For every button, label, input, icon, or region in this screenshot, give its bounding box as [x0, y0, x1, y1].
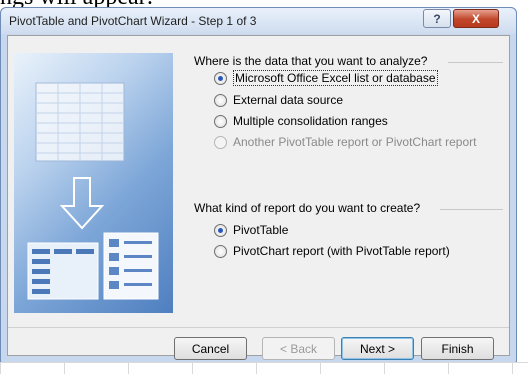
radio-multiple-consolidation[interactable] [214, 114, 227, 128]
option-excel-list[interactable]: Microsoft Office Excel list or database [214, 70, 438, 86]
radio-external-data[interactable] [214, 93, 227, 107]
radio-pivotchart[interactable] [214, 244, 227, 258]
footer-separator [8, 327, 509, 328]
option-multiple-consolidation-label: Multiple consolidation ranges [233, 114, 388, 128]
finish-button[interactable]: Finish [421, 337, 494, 360]
pivot-wizard-dialog: PivotTable and PivotChart Wizard - Step … [0, 7, 517, 363]
spreadsheet-to-pivot-icon [27, 82, 159, 300]
spreadsheet-grid [0, 362, 528, 374]
option-pivotchart-label: PivotChart report (with PivotTable repor… [233, 244, 450, 258]
data-source-prompt: Where is the data that you want to analy… [194, 54, 428, 68]
option-external-data[interactable]: External data source [214, 92, 343, 108]
dialog-title: PivotTable and PivotChart Wizard - Step … [9, 14, 257, 28]
dialog-client-area: Where is the data that you want to analy… [7, 35, 510, 360]
radio-another-pivot [214, 135, 227, 149]
radio-pivottable[interactable] [214, 223, 227, 237]
option-another-pivot: Another PivotTable report or PivotChart … [214, 134, 476, 150]
group-divider [440, 209, 503, 210]
option-pivottable-label: PivotTable [233, 223, 289, 237]
option-another-pivot-label: Another PivotTable report or PivotChart … [233, 135, 477, 149]
cancel-button[interactable]: Cancel [174, 337, 247, 360]
wizard-illustration [14, 53, 173, 313]
report-kind-prompt: What kind of report do you want to creat… [194, 201, 421, 215]
help-icon: ? [433, 11, 441, 26]
radio-excel-list[interactable] [214, 71, 227, 85]
option-pivottable[interactable]: PivotTable [214, 222, 288, 238]
close-icon: X [471, 11, 480, 26]
title-bar[interactable]: PivotTable and PivotChart Wizard - Step … [1, 8, 516, 34]
option-pivotchart[interactable]: PivotChart report (with PivotTable repor… [214, 243, 450, 259]
option-external-data-label: External data source [233, 93, 344, 107]
help-button[interactable]: ? [423, 9, 451, 28]
back-button: < Back [262, 337, 335, 360]
close-button[interactable]: X [453, 9, 499, 28]
next-button[interactable]: Next > [341, 337, 414, 360]
option-multiple-consolidation[interactable]: Multiple consolidation ranges [214, 113, 388, 129]
option-excel-list-label: Microsoft Office Excel list or database [233, 70, 438, 86]
group-divider [448, 62, 503, 63]
